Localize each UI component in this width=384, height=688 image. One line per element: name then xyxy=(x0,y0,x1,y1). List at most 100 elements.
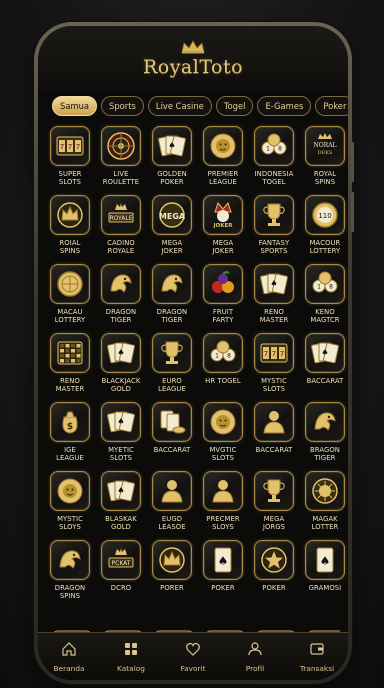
game-card[interactable]: EURO LEAGUE xyxy=(147,333,197,399)
tab-live-casine[interactable]: Live Casine xyxy=(147,96,212,116)
nav-item-profil[interactable]: Profil xyxy=(227,641,283,673)
lottery-balls-icon: 1 8 xyxy=(305,264,345,304)
game-name: FRUIT FARTY xyxy=(212,308,234,324)
game-card[interactable]: MACAU LOTTERY xyxy=(45,264,95,330)
svg-text:7: 7 xyxy=(68,143,72,151)
dragon-icon xyxy=(50,540,90,580)
game-card[interactable]: FRUIT FARTY xyxy=(198,264,248,330)
game-card[interactable]: ♠ POKER xyxy=(198,540,248,606)
game-card[interactable]: ♠ GOLDEN POKER xyxy=(147,126,197,192)
game-card[interactable]: ROYALE CADINO ROYALE xyxy=(96,195,146,261)
game-name: MEGA JORGS xyxy=(262,515,286,531)
game-card[interactable]: ♠ RENO MASTER xyxy=(249,264,299,330)
game-card[interactable]: 1 8 KENO MAGTCR xyxy=(300,264,348,330)
game-card[interactable]: MAGAK LOTTER xyxy=(300,471,348,537)
svg-text:♠: ♠ xyxy=(117,486,124,495)
game-card[interactable]: MVGTIC SLOTS xyxy=(198,402,248,468)
game-card[interactable]: PRECMER SLOYS xyxy=(198,471,248,537)
sun-medallion-icon xyxy=(305,471,345,511)
game-name: RENO MASTER xyxy=(55,377,85,393)
game-card[interactable]: 110 MACOUR LOTTERY xyxy=(300,195,348,261)
game-card[interactable]: MYSTIC SLOYS xyxy=(45,471,95,537)
svg-text:♠: ♠ xyxy=(320,554,331,568)
game-card[interactable]: PREMIER LEAGUE xyxy=(198,126,248,192)
fruit-icon xyxy=(203,264,243,304)
game-name: MACOUR LOTTERY xyxy=(309,239,341,255)
dealer-icon xyxy=(203,471,243,511)
game-card[interactable]: ♠ BLASKAK GOLD xyxy=(96,471,146,537)
game-card[interactable]: DRAGON TIGER xyxy=(147,264,197,330)
svg-text:JOKER: JOKER xyxy=(213,223,234,229)
cup-icon xyxy=(152,333,192,373)
game-card[interactable]: JOKER MEGA JOKER xyxy=(198,195,248,261)
game-card[interactable]: DRAGON TIGER xyxy=(96,264,146,330)
tab-poker[interactable]: Poker xyxy=(315,96,348,116)
game-card[interactable]: LIVE ROULETTE xyxy=(96,126,146,192)
svg-text:1: 1 xyxy=(266,146,270,153)
game-card[interactable]: ROIAL SPINS xyxy=(45,195,95,261)
game-card[interactable]: FANTASY SPORTS xyxy=(249,195,299,261)
game-card[interactable]: ♠ BACCARAT xyxy=(300,333,348,399)
nav-label: Transaksi xyxy=(299,664,335,673)
app-logo[interactable]: RoyalToto xyxy=(38,56,348,78)
game-card[interactable]: $ IGE LEAGUE xyxy=(45,402,95,468)
game-card[interactable]: ♠ MYETIC SLOTS xyxy=(96,402,146,468)
tab-samua[interactable]: Samua xyxy=(52,96,98,116)
star-badge-icon xyxy=(254,540,294,580)
keno-grid-icon xyxy=(50,333,90,373)
game-name: MYETIC SLOTS xyxy=(108,446,134,462)
nav-item-favorit[interactable]: Favorit xyxy=(165,641,221,673)
svg-text:7: 7 xyxy=(280,350,284,358)
game-name: MYSTIC SLOTS xyxy=(261,377,287,393)
home-icon xyxy=(61,641,77,661)
game-name: MVGTIC SLOTS xyxy=(209,446,237,462)
tab-e-games[interactable]: E-Games xyxy=(257,96,312,116)
svg-text:♠: ♠ xyxy=(117,348,124,357)
svg-text:MEGA: MEGA xyxy=(159,212,186,221)
phone-frame: RoyalToto Samua Sports Live Casine Togel E-G… xyxy=(34,22,354,684)
tab-sports[interactable]: Sports xyxy=(101,96,144,116)
game-name: BACCARAT xyxy=(306,377,344,385)
game-card[interactable]: BACCARAT xyxy=(147,402,197,468)
game-name: CADINO ROYALE xyxy=(107,239,135,255)
game-name: IGE LEAGUE xyxy=(56,446,84,462)
spade-card-icon: ♠ xyxy=(305,540,345,580)
game-card[interactable]: ♠ GRAMOSI xyxy=(300,540,348,606)
game-card[interactable]: DRAGON SPINS xyxy=(45,540,95,606)
nav-item-transaksi[interactable]: Transaksi xyxy=(289,641,345,673)
svg-text:♠: ♠ xyxy=(270,279,277,288)
svg-text:$: $ xyxy=(67,422,73,432)
game-name: HR TOGEL xyxy=(205,377,241,385)
lottery-balls-icon: 1 8 xyxy=(203,333,243,373)
game-card[interactable]: EUGD LEASOE xyxy=(147,471,197,537)
game-card[interactable]: RENO MASTER xyxy=(45,333,95,399)
game-card[interactable]: 7 7 7 MYSTIC SLOTS xyxy=(249,333,299,399)
game-card[interactable]: ♠ BLACKJACK GOLD xyxy=(96,333,146,399)
game-card[interactable]: 7 7 7 SUPER SLOTS xyxy=(45,126,95,192)
tab-togel[interactable]: Togel xyxy=(215,96,254,116)
game-card[interactable]: BACCARAT xyxy=(249,402,299,468)
dragon-tiger-icon xyxy=(152,264,192,304)
game-card[interactable]: 1 8 INDONESIA TOGEL xyxy=(249,126,299,192)
power-button xyxy=(351,192,354,232)
game-card[interactable]: POKER xyxy=(249,540,299,606)
game-card[interactable]: 1 8 HR TOGEL xyxy=(198,333,248,399)
game-card[interactable]: PCKAT DCRO xyxy=(96,540,146,606)
game-card[interactable]: MEGA JORGS xyxy=(249,471,299,537)
wallet-icon xyxy=(309,641,325,661)
dealer-table-icon xyxy=(254,402,294,442)
game-card[interactable]: MEGA MEGA JOKER xyxy=(147,195,197,261)
svg-text:8: 8 xyxy=(329,284,333,291)
playing-cards-icon: ♠ xyxy=(152,126,192,166)
game-card[interactable]: BRAGON TIGER xyxy=(300,402,348,468)
game-card[interactable]: PORER xyxy=(147,540,197,606)
slot-reels-icon: 7 7 7 xyxy=(254,333,294,373)
game-card[interactable]: NORAL DEKS ROYAL SPINS xyxy=(300,126,348,192)
nav-item-beranda[interactable]: Beranda xyxy=(41,641,97,673)
nav-item-katalog[interactable]: Katalog xyxy=(103,641,159,673)
svg-text:♠: ♠ xyxy=(117,417,124,426)
nav-label: Beranda xyxy=(53,664,85,673)
svg-text:♠: ♠ xyxy=(321,348,328,357)
royal-crown-text-icon: NORAL DEKS xyxy=(305,126,345,166)
app-screen: RoyalToto Samua Sports Live Casine Togel E-G… xyxy=(38,26,348,680)
